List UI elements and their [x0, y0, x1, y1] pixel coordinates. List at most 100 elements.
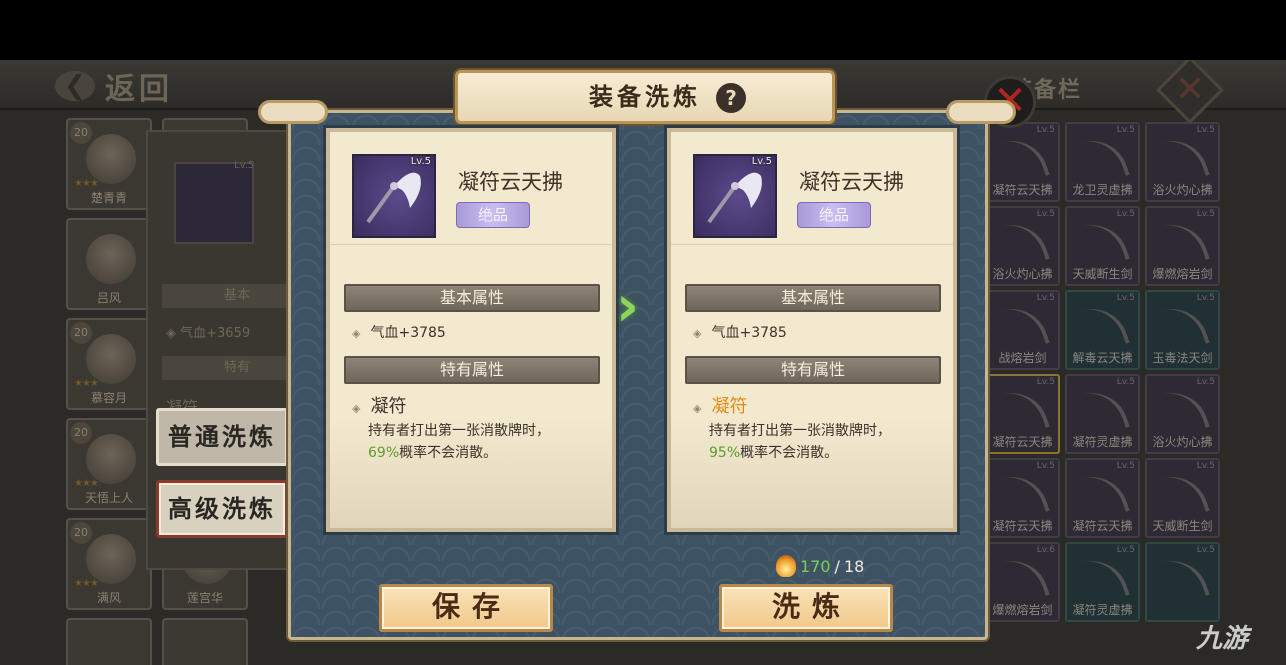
flame-icon	[776, 555, 796, 577]
equipment-slot[interactable]: Lv.6 爆燃熔岩剑	[985, 542, 1060, 622]
item-level: Lv.5	[234, 160, 255, 171]
back-arrow-icon: ❮	[55, 71, 95, 101]
hero-level: 20	[70, 122, 92, 144]
basic-attr-value: 气血+3659	[180, 326, 251, 341]
skill-name: 凝符	[711, 396, 748, 417]
slot-level: Lv.5	[1196, 377, 1215, 387]
equipment-slot[interactable]: Lv.5 浴火灼心拂	[1145, 122, 1220, 202]
slot-name: 爆燃熔岩剑	[992, 603, 1053, 617]
slot-level: Lv.5	[1036, 209, 1055, 219]
basic-attr-header: 基本属性	[685, 284, 941, 312]
hero-level: 20	[70, 422, 92, 444]
equipment-slot[interactable]: Lv.5 龙卫灵虚拂	[1065, 122, 1140, 202]
duster-weapon-icon	[366, 172, 421, 224]
skill-description: 持有者打出第一张消散牌时， 69%概率不会消散。	[368, 420, 608, 464]
refine-cost: 170/18	[776, 554, 864, 578]
slot-name: 浴火灼心拂	[1152, 435, 1213, 449]
basic-attr-row: ◈ 气血+3659	[166, 326, 251, 341]
basic-attr-row: ◈ 气血+3785	[352, 322, 446, 342]
save-button[interactable]: 保存	[379, 584, 553, 632]
equipment-slot-selected[interactable]: Lv.5 凝符云天拂	[985, 374, 1060, 454]
advanced-refine-button[interactable]: 高级洗炼	[156, 480, 288, 538]
quality-badge: 绝品	[797, 202, 871, 228]
item-name: 凝符云天拂	[458, 170, 563, 194]
skill-desc-text: 概率不会消散。	[740, 445, 839, 461]
hero-card[interactable]	[66, 618, 152, 665]
basic-attr-value: 气血+3785	[370, 325, 446, 341]
refine-button[interactable]: 洗炼	[719, 584, 893, 632]
diamond-bullet-icon: ◈	[693, 327, 702, 340]
quality-badge: 绝品	[456, 202, 530, 228]
hero-card[interactable]: 20 ★★★ 慕容月	[66, 318, 152, 410]
equipment-slot[interactable]: Lv.5 凝符云天拂	[985, 458, 1060, 538]
divider	[330, 244, 612, 245]
equipment-slot[interactable]: Lv.5 浴火灼心拂	[985, 206, 1060, 286]
hero-name: 吕风	[96, 291, 121, 305]
hero-name: 慕容月	[90, 391, 127, 405]
skill-percent: 69%	[368, 445, 400, 461]
normal-refine-button[interactable]: 普通洗炼	[156, 408, 288, 466]
slot-level: Lv.5	[1196, 293, 1215, 303]
hero-card[interactable]	[162, 618, 248, 665]
slot-level: Lv.5	[1116, 545, 1135, 555]
slot-level: Lv.5	[1196, 461, 1215, 471]
duster-weapon-icon	[174, 162, 254, 244]
hero-card[interactable]: 20 ★★★ 天悟上人	[66, 418, 152, 510]
dialog-title: 装备洗炼	[589, 83, 701, 111]
slot-name: 解毒云天拂	[1072, 351, 1133, 365]
equipment-slot[interactable]: Lv.5 天威断生剑	[1065, 206, 1140, 286]
equipment-slot[interactable]: Lv.5 凝符云天拂	[1065, 458, 1140, 538]
special-attr-header: 特有属性	[344, 356, 600, 384]
current-equipment-card: Lv.5 凝符云天拂 绝品 基本属性 ◈ 气血+3785 特有属性 ◈ 凝符 持有者…	[323, 125, 619, 535]
equipment-slot[interactable]: Lv.5 玉毒法天剑	[1145, 290, 1220, 370]
equipment-slot[interactable]: Lv.5 解毒云天拂	[1065, 290, 1140, 370]
equipment-slot[interactable]: Lv.5 凝符云天拂	[985, 122, 1060, 202]
hero-name: 莲宫华	[186, 591, 223, 605]
slot-level: Lv.5	[1196, 545, 1215, 555]
duster-weapon-icon: Lv.5	[693, 154, 777, 238]
skill-desc-text: 持有者打出第一张消散牌时，	[368, 423, 550, 439]
slot-name: 玉毒法天剑	[1152, 351, 1213, 365]
equipment-slot[interactable]: Lv.5 天威断生剑	[1145, 458, 1220, 538]
equipment-grid: Lv.5 凝符云天拂 Lv.5 龙卫灵虚拂 Lv.5 浴火灼心拂 Lv.5 浴火灼心拂 …	[985, 122, 1225, 662]
slot-name: 龙卫灵虚拂	[1072, 183, 1133, 197]
back-label: 返回	[105, 72, 173, 107]
skill-description: 持有者打出第一张消散牌时， 95%概率不会消散。	[709, 420, 949, 464]
equipment-slot[interactable]: Lv.5 凝符灵虚拂	[1065, 374, 1140, 454]
equipment-slot[interactable]: Lv.5 凝符灵虚拂	[1065, 542, 1140, 622]
slot-level: Lv.5	[1116, 125, 1135, 135]
basic-attr-header: 基本属性	[344, 284, 600, 312]
hero-name: 楚青青	[90, 191, 127, 205]
watermark-logo: 九游	[1196, 624, 1249, 654]
hero-portrait	[86, 234, 136, 284]
hero-card[interactable]: 吕风	[66, 218, 152, 310]
help-icon[interactable]: ?	[716, 83, 746, 113]
slot-level: Lv.5	[1116, 209, 1135, 219]
equipment-slot[interactable]: Lv.5	[1145, 542, 1220, 622]
hero-portrait	[86, 134, 136, 184]
slot-level: Lv.5	[1196, 125, 1215, 135]
skill-name: 凝符	[370, 396, 407, 417]
equipment-slot[interactable]: Lv.5 浴火灼心拂	[1145, 374, 1220, 454]
slot-name: 浴火灼心拂	[1152, 183, 1213, 197]
slot-level: Lv.5	[1036, 377, 1055, 387]
close-icon: ✕	[1174, 69, 1206, 110]
skill-percent: 95%	[709, 445, 741, 461]
slot-name: 凝符灵虚拂	[1072, 435, 1133, 449]
slot-name: 战熔岩剑	[998, 351, 1047, 365]
slot-level: Lv.5	[1036, 125, 1055, 135]
duster-weapon-icon: Lv.5	[352, 154, 436, 238]
equipment-slot[interactable]: Lv.5 战熔岩剑	[985, 290, 1060, 370]
hero-level: 20	[70, 322, 92, 344]
arrow-right-icon: ›	[616, 274, 640, 339]
duster-weapon-icon	[707, 172, 762, 224]
cost-separator: /	[834, 556, 840, 576]
refined-equipment-card: Lv.5 凝符云天拂 绝品 基本属性 ◈ 气血+3785 特有属性 ◈ 凝符 持有者…	[664, 125, 960, 535]
equipment-slot[interactable]: Lv.5 爆燃熔岩剑	[1145, 206, 1220, 286]
hero-card[interactable]: 20 ★★★ 满风	[66, 518, 152, 610]
dialog-title-plate: 装备洗炼 ?	[455, 70, 835, 124]
hero-card[interactable]: 20 ★★★ 楚青青	[66, 118, 152, 210]
skill-desc-text: 持有者打出第一张消散牌时，	[709, 423, 891, 439]
corner-ornament	[258, 100, 328, 124]
back-button[interactable]: ❮ 返回	[55, 68, 255, 107]
